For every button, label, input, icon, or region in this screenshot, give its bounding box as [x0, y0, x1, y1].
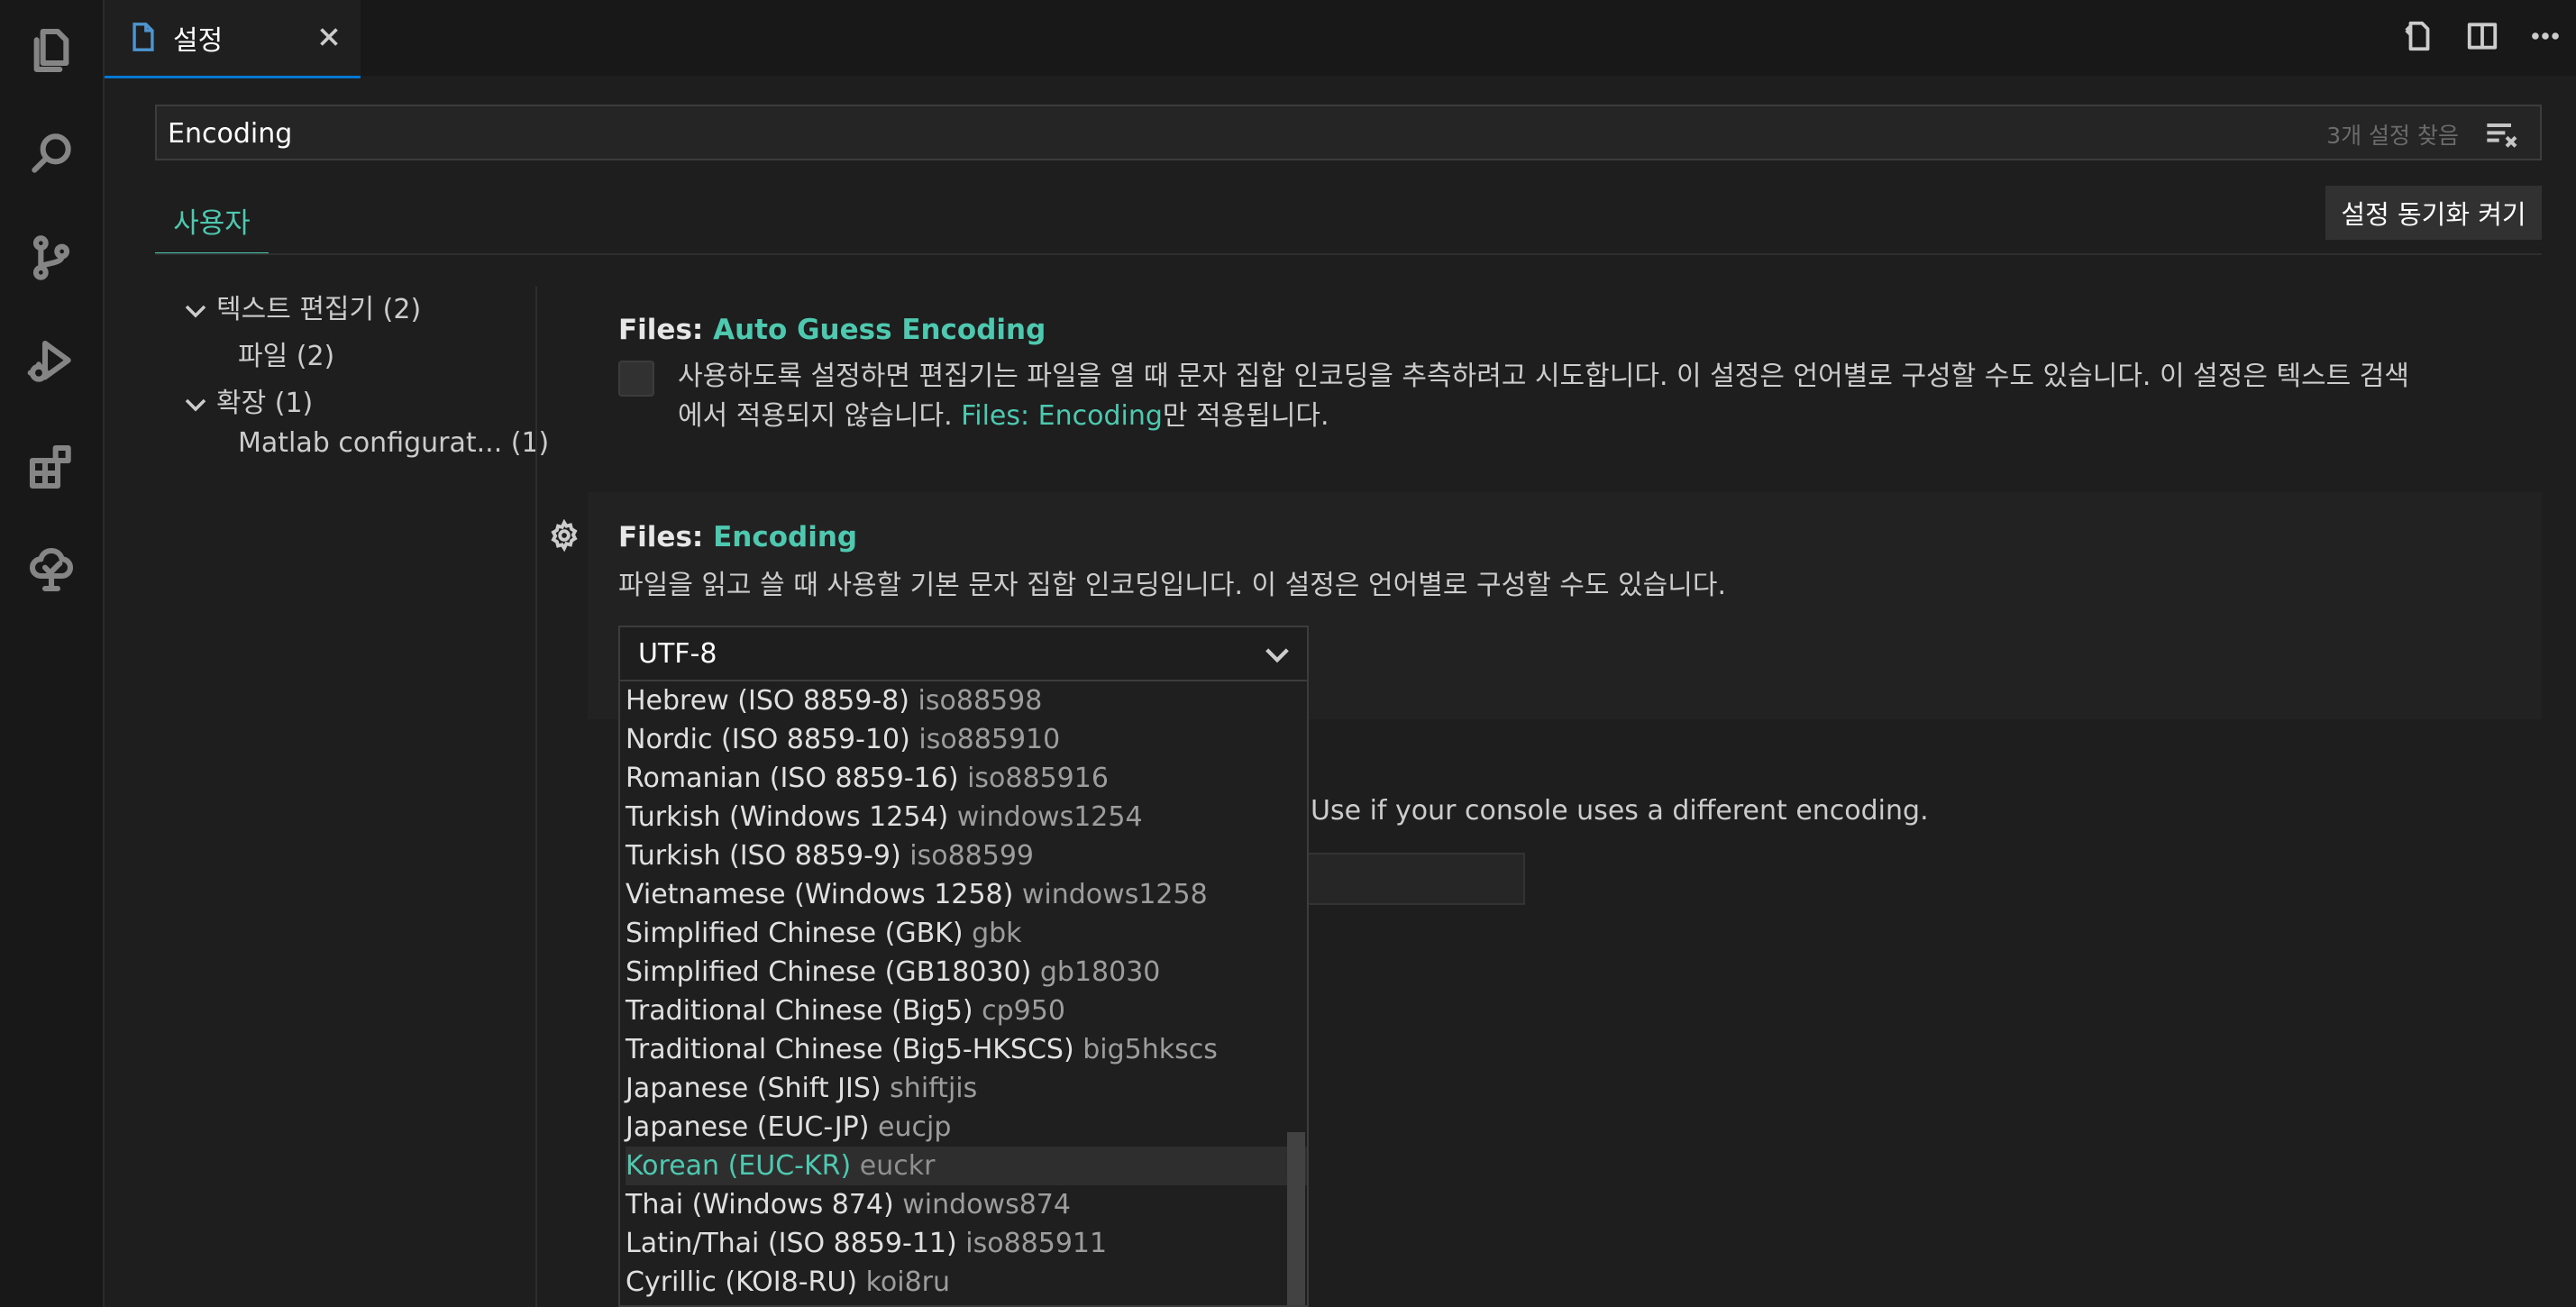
close-icon[interactable]: [314, 22, 344, 52]
settings-search-input[interactable]: [166, 112, 2243, 155]
extensions-icon[interactable]: [24, 440, 78, 494]
open-settings-json-icon[interactable]: [2401, 18, 2437, 54]
chevron-down-icon: [182, 297, 216, 324]
encoding-select-value: UTF-8: [638, 638, 717, 670]
run-debug-icon[interactable]: [24, 335, 78, 389]
settings-search-box: 3개 설정 찾음: [155, 105, 2542, 160]
testing-icon[interactable]: [24, 543, 78, 597]
auto-guess-encoding-checkbox[interactable]: [618, 361, 654, 397]
more-actions-icon[interactable]: [2527, 18, 2563, 54]
gear-icon[interactable]: [548, 518, 580, 553]
toc-item-text-editor[interactable]: 텍스트 편집기 (2): [182, 287, 421, 332]
clear-filter-icon[interactable]: [2484, 119, 2520, 150]
list-item[interactable]: Cyrillic (KOI8-RU) koi8ru: [626, 1263, 1307, 1302]
chevron-down-icon: [182, 391, 216, 418]
search-icon[interactable]: [24, 126, 78, 180]
terminal-encoding-input[interactable]: [1309, 853, 1525, 905]
file-icon: [130, 22, 157, 52]
encoding-select[interactable]: UTF-8: [618, 626, 1309, 681]
scope-divider: [155, 253, 2542, 255]
list-item[interactable]: Latin/Thai (ISO 8859-11) iso885911: [626, 1224, 1307, 1263]
list-item[interactable]: Thai (Windows 874) windows874: [626, 1185, 1307, 1224]
toc-item-matlab[interactable]: Matlab configurat... (1): [238, 427, 549, 472]
list-item[interactable]: Vietnamese (Windows 1258) windows1258: [626, 875, 1307, 914]
setting-desc-auto-guess: 사용하도록 설정하면 편집기는 파일을 열 때 문자 집합 인코딩을 추측하려고…: [678, 361, 2409, 432]
list-item[interactable]: Nordic (ISO 8859-10) iso885910: [626, 720, 1307, 759]
tab-settings[interactable]: 설정: [105, 0, 361, 78]
setting-desc-encoding: 파일을 읽고 쓸 때 사용할 기본 문자 집합 인코딩입니다. 이 설정은 언어…: [618, 570, 1726, 601]
toc-item-extensions[interactable]: 확장 (1): [182, 380, 313, 425]
files-encoding-link[interactable]: Files: Encoding: [961, 400, 1163, 432]
tab-label: 설정: [173, 25, 224, 57]
list-scrollbar[interactable]: [1287, 1132, 1305, 1305]
setting-title-auto-guess: Files: Auto Guess Encoding: [618, 314, 1046, 346]
list-item[interactable]: Traditional Chinese (Big5) cp950: [626, 992, 1307, 1030]
list-item[interactable]: Turkish (Windows 1254) windows1254: [626, 798, 1307, 836]
list-item-selected[interactable]: Korean (EUC-KR) euckr: [626, 1147, 1307, 1185]
editor-actions: [2401, 18, 2563, 54]
list-item[interactable]: Turkish (ISO 8859-9) iso88599: [626, 836, 1307, 875]
list-item[interactable]: Hebrew (ISO 8859-8) iso88598: [626, 681, 1307, 720]
encoding-options-list: Hebrew (ISO 8859-8) iso88598 Nordic (ISO…: [618, 681, 1309, 1307]
list-item[interactable]: Simplified Chinese (GB18030) gb18030: [626, 953, 1307, 992]
list-item[interactable]: Simplified Chinese (GBK) gbk: [626, 914, 1307, 953]
toc-divider: [535, 287, 537, 1307]
chevron-down-icon: [1262, 644, 1293, 667]
toc-item-files[interactable]: 파일 (2): [238, 334, 334, 379]
turn-on-settings-sync-button[interactable]: 설정 동기화 켜기: [2325, 186, 2542, 240]
tab-user-settings[interactable]: 사용자: [155, 200, 269, 254]
explorer-icon[interactable]: [24, 23, 78, 78]
activity-bar: [0, 0, 105, 1307]
setting-desc-terminal-encoding: Use if your console uses a different enc…: [1311, 795, 1929, 827]
editor-tab-bar: 설정: [105, 0, 2576, 78]
list-item[interactable]: Traditional Chinese (Big5-HKSCS) big5hks…: [626, 1030, 1307, 1069]
list-item[interactable]: Japanese (EUC-JP) eucjp: [626, 1108, 1307, 1147]
search-result-count: 3개 설정 찾음: [2326, 123, 2459, 149]
source-control-icon[interactable]: [24, 231, 78, 285]
list-item[interactable]: Japanese (Shift JIS) shiftjis: [626, 1069, 1307, 1108]
list-item[interactable]: Romanian (ISO 8859-16) iso885916: [626, 759, 1307, 798]
setting-title-encoding: Files: Encoding: [618, 521, 858, 553]
split-editor-icon[interactable]: [2464, 18, 2500, 54]
